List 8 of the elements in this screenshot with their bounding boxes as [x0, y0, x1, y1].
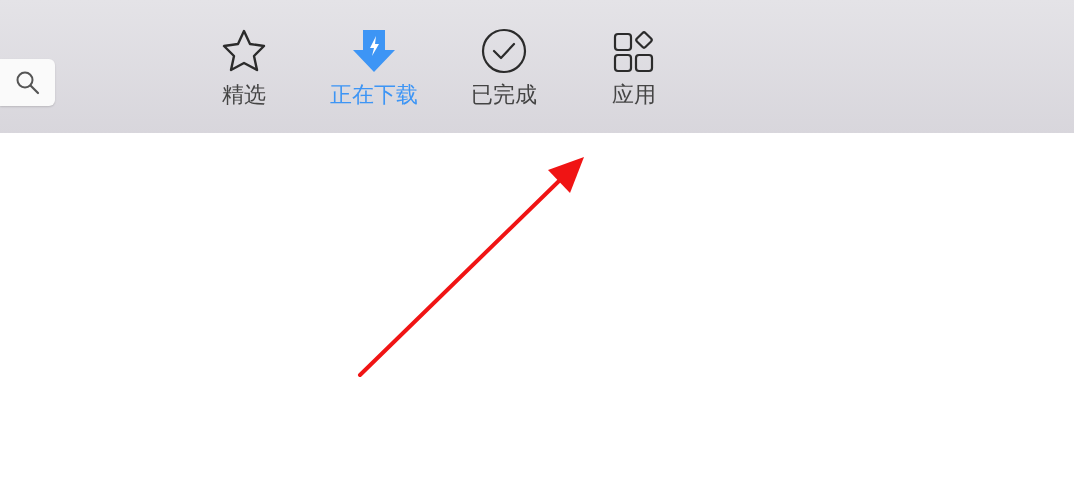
- tab[interactable]: 精选: [179, 28, 309, 108]
- check-circle-icon: [481, 28, 527, 74]
- tab[interactable]: 已完成: [439, 28, 569, 108]
- search-icon: [14, 69, 41, 96]
- download-icon: [351, 28, 397, 74]
- search-button[interactable]: [0, 59, 55, 106]
- star-icon: [220, 28, 268, 74]
- tab[interactable]: 应用: [569, 28, 699, 108]
